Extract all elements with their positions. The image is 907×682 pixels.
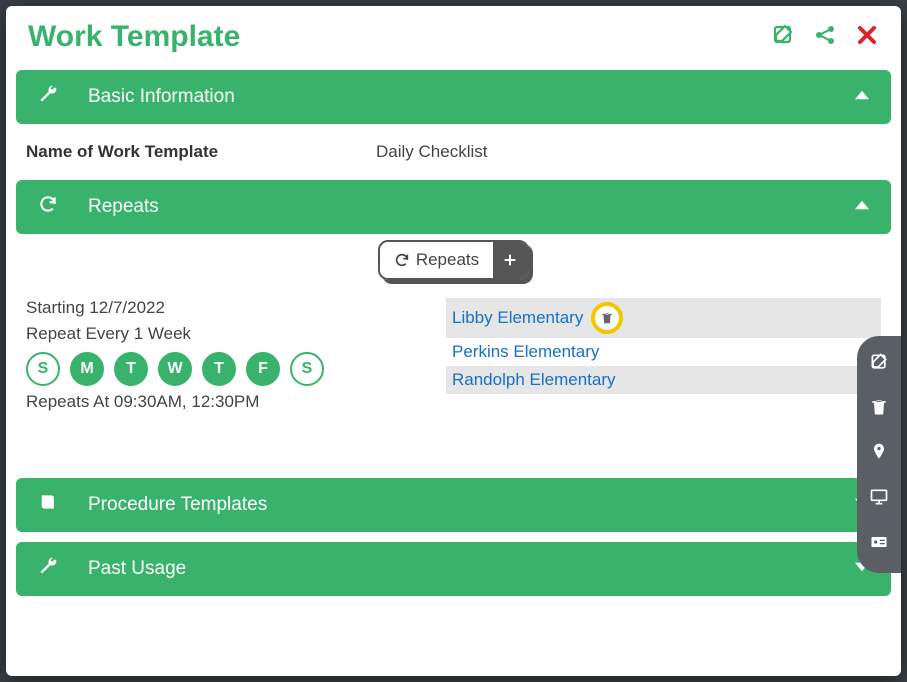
day-toggle[interactable]: F <box>246 352 280 386</box>
refresh-icon <box>38 194 58 220</box>
day-toggle[interactable]: T <box>202 352 236 386</box>
book-icon <box>38 492 58 518</box>
modal-header: Work Template <box>6 6 901 64</box>
day-row: SMTWTFS <box>26 352 406 386</box>
section-basic-information[interactable]: Basic Information <box>16 70 891 124</box>
chevron-up-icon <box>855 196 869 218</box>
day-toggle[interactable]: M <box>70 352 104 386</box>
section-label: Past Usage <box>88 558 186 580</box>
edit-icon[interactable] <box>869 352 889 377</box>
chevron-up-icon <box>855 86 869 108</box>
close-icon[interactable] <box>855 23 879 52</box>
repeats-tab-wrap: Repeats <box>16 240 891 280</box>
modal-body: Basic Information Name of Work Template … <box>6 64 901 612</box>
location-link[interactable]: Libby Elementary <box>452 308 583 328</box>
side-rail <box>857 336 901 573</box>
trash-icon <box>600 311 614 325</box>
starting-text: Starting 12/7/2022 <box>26 298 406 318</box>
wrench-icon <box>38 84 58 110</box>
basic-info-row: Name of Work Template Daily Checklist <box>16 130 891 180</box>
day-toggle[interactable]: S <box>26 352 60 386</box>
id-card-icon[interactable] <box>869 532 889 557</box>
delete-location-button[interactable] <box>591 302 623 334</box>
add-repeat-button[interactable] <box>493 242 527 278</box>
location-link[interactable]: Perkins Elementary <box>452 342 599 362</box>
monitor-icon[interactable] <box>869 487 889 512</box>
location-row: Randolph Elementary <box>446 366 881 394</box>
day-toggle[interactable]: W <box>158 352 192 386</box>
interval-text: Repeat Every 1 Week <box>26 324 406 344</box>
section-repeats[interactable]: Repeats <box>16 180 891 234</box>
trash-icon[interactable] <box>869 397 889 422</box>
locations-list: Libby Elementary Perkins Elementary Randol… <box>446 298 881 418</box>
section-procedure-templates[interactable]: Procedure Templates <box>16 478 891 532</box>
repeats-content: Starting 12/7/2022 Repeat Every 1 Week S… <box>16 298 891 448</box>
repeat-config: Starting 12/7/2022 Repeat Every 1 Week S… <box>26 298 406 418</box>
day-toggle[interactable]: S <box>290 352 324 386</box>
page-title: Work Template <box>28 20 240 54</box>
times-text: Repeats At 09:30AM, 12:30PM <box>26 392 406 412</box>
work-template-modal: Work Template Basic Information Name of <box>6 6 901 676</box>
repeats-tab-group: Repeats <box>378 240 529 280</box>
name-value: Daily Checklist <box>376 142 873 162</box>
location-row: Libby Elementary <box>446 298 881 338</box>
edit-icon[interactable] <box>771 23 795 52</box>
repeats-tab-label: Repeats <box>416 250 479 270</box>
section-label: Repeats <box>88 196 159 218</box>
section-label: Procedure Templates <box>88 494 267 516</box>
day-toggle[interactable]: T <box>114 352 148 386</box>
location-row: Perkins Elementary <box>446 338 881 366</box>
name-label: Name of Work Template <box>26 142 376 162</box>
refresh-icon <box>394 252 410 268</box>
section-past-usage[interactable]: Past Usage <box>16 542 891 596</box>
share-icon[interactable] <box>813 23 837 52</box>
section-label: Basic Information <box>88 86 235 108</box>
pin-icon[interactable] <box>869 442 889 467</box>
header-actions <box>771 23 879 52</box>
plus-icon <box>502 252 518 268</box>
location-link[interactable]: Randolph Elementary <box>452 370 615 390</box>
repeats-tab[interactable]: Repeats <box>380 242 493 278</box>
wrench-icon <box>38 556 58 582</box>
